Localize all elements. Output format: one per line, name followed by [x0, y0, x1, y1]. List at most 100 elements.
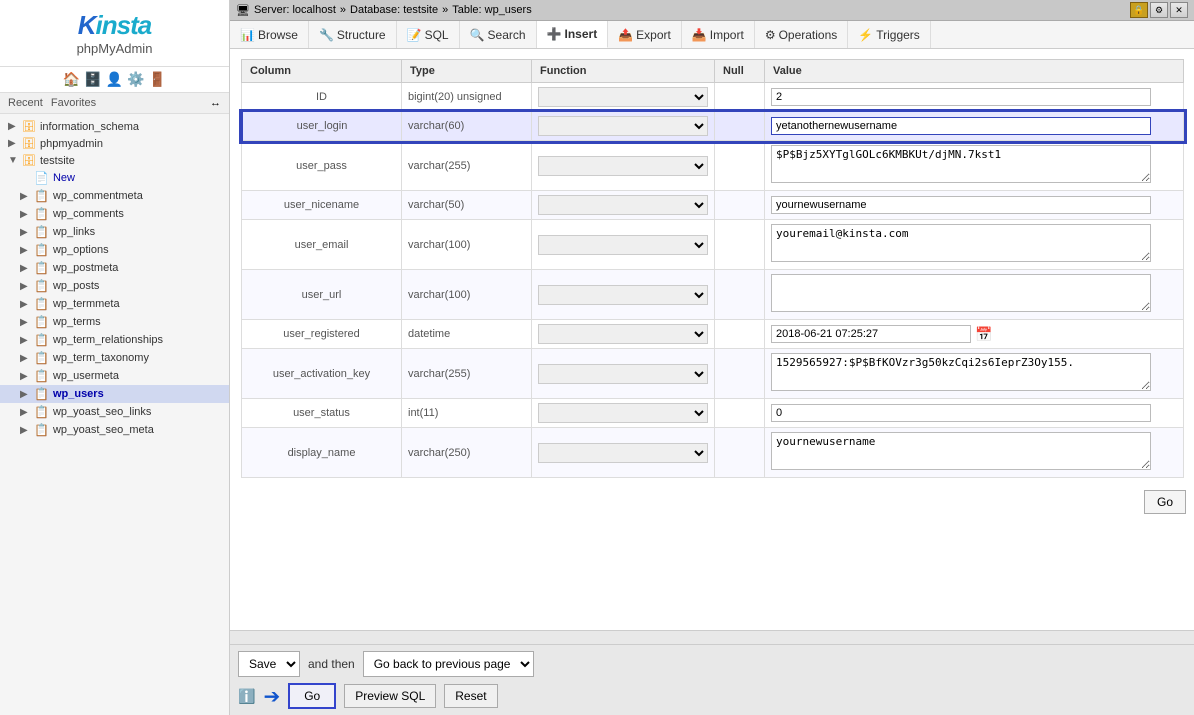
home-icon[interactable]: 🏠 — [63, 71, 80, 88]
cell-column: user_url — [242, 270, 402, 320]
calendar-icon[interactable]: 📅 — [975, 326, 992, 343]
table-icon: 📋 — [34, 351, 49, 365]
table-icon: 📋 — [34, 279, 49, 293]
sidebar-item-wp-comments[interactable]: ▶ 📋 wp_comments — [0, 205, 229, 223]
value-textarea[interactable]: 1529565927:$P$BfKOVzr3g50kzCqi2s6IeprZ3O… — [771, 353, 1151, 391]
sidebar-item-wp-links[interactable]: ▶ 📋 wp_links — [0, 223, 229, 241]
sidebar-item-wp-term-relationships[interactable]: ▶ 📋 wp_term_relationships — [0, 331, 229, 349]
search-icon: 🔍 — [470, 28, 485, 42]
browse-button[interactable]: 📊 Browse — [230, 21, 309, 48]
sidebar-item-wp-options[interactable]: ▶ 📋 wp_options — [0, 241, 229, 259]
sidebar-item-label: wp_terms — [53, 316, 101, 328]
main-area: 🖥 Server: localhost » Database: testsite… — [230, 0, 1194, 715]
expand-icon: ▶ — [20, 263, 30, 274]
function-select[interactable] — [538, 324, 708, 344]
sidebar-item-wp-yoast-seo-links[interactable]: ▶ 📋 wp_yoast_seo_links — [0, 403, 229, 421]
function-select[interactable] — [538, 285, 708, 305]
sql-button[interactable]: 📝 SQL — [397, 21, 460, 48]
sidebar-item-new[interactable]: 📄 New — [0, 169, 229, 187]
function-select[interactable] — [538, 195, 708, 215]
favorites-link[interactable]: Favorites — [51, 97, 96, 109]
expand-icon: ▶ — [20, 191, 30, 202]
triggers-button[interactable]: ⚡ Triggers — [848, 21, 931, 48]
sidebar-item-wp-usermeta[interactable]: ▶ 📋 wp_usermeta — [0, 367, 229, 385]
sidebar-item-information-schema[interactable]: ▶ 🗄 information_schema — [0, 118, 229, 135]
sidebar-item-label: wp_links — [53, 226, 95, 238]
andthen-select[interactable]: Go back to previous page — [363, 651, 534, 677]
value-input[interactable] — [771, 88, 1151, 106]
export-button[interactable]: 📤 Export — [608, 21, 682, 48]
search-button[interactable]: 🔍 Search — [460, 21, 537, 48]
function-select[interactable] — [538, 443, 708, 463]
value-textarea[interactable]: $P$Bjz5XYTglGOLc6KMBKUt/djMN.7kst1 — [771, 145, 1151, 183]
expand-icon: ▶ — [20, 245, 30, 256]
sidebar-tree: ▶ 🗄 information_schema ▶ 🗄 phpmyadmin ▼ … — [0, 114, 229, 715]
preview-sql-button[interactable]: Preview SQL — [344, 684, 436, 708]
function-select[interactable] — [538, 156, 708, 176]
logo-area: Kinsta phpMyAdmin — [0, 0, 229, 67]
sidebar-item-label: information_schema — [40, 121, 139, 133]
value-input[interactable] — [771, 117, 1151, 135]
settings-button[interactable]: ⚙ — [1150, 2, 1168, 18]
sidebar-item-wp-term-taxonomy[interactable]: ▶ 📋 wp_term_taxonomy — [0, 349, 229, 367]
save-select[interactable]: Save — [238, 651, 300, 677]
exit-icon[interactable]: 🚪 — [149, 71, 166, 88]
sidebar-item-wp-postmeta[interactable]: ▶ 📋 wp_postmeta — [0, 259, 229, 277]
sidebar-item-wp-commentmeta[interactable]: ▶ 📋 wp_commentmeta — [0, 187, 229, 205]
expand-icon: ▶ — [20, 281, 30, 292]
sidebar-expand-icon[interactable]: ↔ — [210, 97, 221, 109]
cell-null — [715, 270, 765, 320]
server-label: Server: localhost — [254, 4, 336, 16]
value-textarea[interactable] — [771, 274, 1151, 312]
cell-type: bigint(20) unsigned — [402, 83, 532, 112]
cell-null — [715, 83, 765, 112]
sidebar-item-wp-termmeta[interactable]: ▶ 📋 wp_termmeta — [0, 295, 229, 313]
cell-null — [715, 112, 765, 141]
go-button[interactable]: Go — [288, 683, 336, 709]
sidebar-item-wp-users[interactable]: ▶ 📋 wp_users — [0, 385, 229, 403]
cell-value: 1529565927:$P$BfKOVzr3g50kzCqi2s6IeprZ3O… — [765, 349, 1184, 399]
sidebar-item-wp-posts[interactable]: ▶ 📋 wp_posts — [0, 277, 229, 295]
expand-icon: ▶ — [20, 389, 30, 400]
and-then-label: and then — [308, 657, 355, 671]
sql-icon: 📝 — [407, 28, 422, 42]
insert-button[interactable]: ➕ Insert — [537, 21, 609, 48]
import-button[interactable]: 📥 Import — [682, 21, 755, 48]
go-right-button[interactable]: Go — [1144, 490, 1186, 514]
structure-button[interactable]: 🔧 Structure — [309, 21, 397, 48]
recent-link[interactable]: Recent — [8, 97, 43, 109]
function-select[interactable] — [538, 403, 708, 423]
operations-button[interactable]: ⚙ Operations — [755, 21, 848, 48]
close-button[interactable]: ✕ — [1170, 2, 1188, 18]
function-select[interactable] — [538, 116, 708, 136]
expand-icon: ▶ — [20, 407, 30, 418]
expand-icon: ▼ — [8, 155, 18, 166]
sidebar-item-testsite[interactable]: ▼ 🗄 testsite — [0, 152, 229, 169]
insert-label: Insert — [565, 27, 598, 41]
sidebar-item-wp-yoast-seo-meta[interactable]: ▶ 📋 wp_yoast_seo_meta — [0, 421, 229, 439]
user-icon[interactable]: 👤 — [106, 71, 123, 88]
cell-null — [715, 399, 765, 428]
value-input[interactable] — [771, 196, 1151, 214]
reset-button[interactable]: Reset — [444, 684, 497, 708]
cell-value — [765, 399, 1184, 428]
action-row: ℹ️ ➔ Go Preview SQL Reset — [238, 683, 1186, 709]
value-textarea[interactable]: youremail@kinsta.com — [771, 224, 1151, 262]
db-icon[interactable]: 🗄️ — [84, 71, 101, 88]
sidebar-item-wp-terms[interactable]: ▶ 📋 wp_terms — [0, 313, 229, 331]
datetime-input[interactable] — [771, 325, 971, 343]
horizontal-scrollbar[interactable] — [230, 630, 1194, 644]
logo-k: K — [78, 10, 96, 40]
value-textarea[interactable]: yournewusername — [771, 432, 1151, 470]
import-label: Import — [710, 28, 744, 42]
function-select[interactable] — [538, 87, 708, 107]
lock-button[interactable]: 🔒 — [1130, 2, 1148, 18]
table-row: user_statusint(11) — [242, 399, 1184, 428]
titlebar: 🖥 Server: localhost » Database: testsite… — [236, 4, 532, 17]
table-icon: 📋 — [34, 423, 49, 437]
function-select[interactable] — [538, 364, 708, 384]
sidebar-item-phpmyadmin[interactable]: ▶ 🗄 phpmyadmin — [0, 135, 229, 152]
function-select[interactable] — [538, 235, 708, 255]
settings-icon[interactable]: ⚙️ — [127, 71, 144, 88]
value-input[interactable] — [771, 404, 1151, 422]
